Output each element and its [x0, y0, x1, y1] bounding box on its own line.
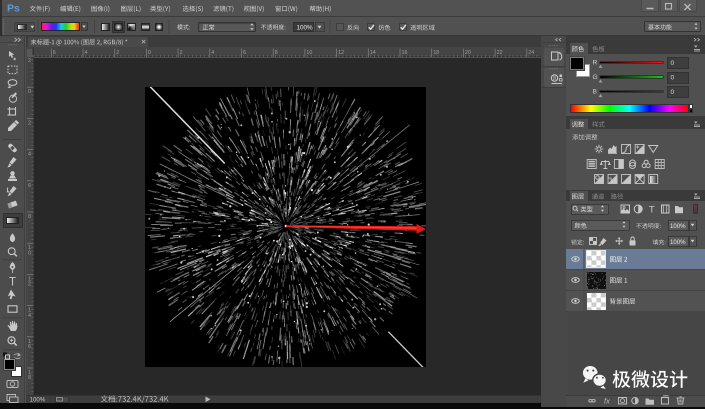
svg-text:0: 0: [671, 74, 675, 81]
svg-text:8: 8: [28, 214, 31, 220]
svg-text:100%: 100%: [670, 239, 686, 246]
svg-text:0: 0: [28, 250, 31, 256]
svg-text:8: 8: [28, 375, 31, 381]
svg-text:4: 4: [85, 50, 88, 56]
svg-text:6: 6: [53, 50, 56, 56]
svg-text:T: T: [649, 205, 655, 216]
svg-text:8: 8: [275, 50, 278, 56]
svg-text:2: 2: [28, 120, 31, 126]
svg-text:2: 2: [28, 58, 31, 64]
svg-text:Ps: Ps: [7, 3, 20, 15]
svg-text:6: 6: [28, 183, 31, 189]
svg-text:2: 2: [28, 282, 31, 288]
svg-text:R: R: [593, 60, 598, 67]
svg-text:0: 0: [671, 89, 675, 96]
svg-text:T: T: [9, 277, 16, 289]
svg-text:0: 0: [148, 50, 151, 56]
svg-text:100%: 100%: [30, 397, 46, 404]
svg-text:G: G: [593, 74, 598, 81]
svg-text:100%: 100%: [297, 25, 314, 32]
svg-text:2: 2: [180, 50, 183, 56]
svg-text:fx: fx: [604, 397, 610, 406]
svg-text:B: B: [593, 89, 598, 96]
svg-text:0: 0: [28, 89, 31, 95]
svg-text:0: 0: [671, 60, 675, 67]
svg-text:4: 4: [211, 50, 214, 56]
svg-text:6: 6: [28, 344, 31, 350]
svg-text:4: 4: [28, 313, 31, 319]
svg-text:100%: 100%: [670, 223, 686, 230]
svg-text:6: 6: [243, 50, 246, 56]
svg-text:4: 4: [28, 152, 31, 158]
svg-text:2: 2: [116, 50, 119, 56]
